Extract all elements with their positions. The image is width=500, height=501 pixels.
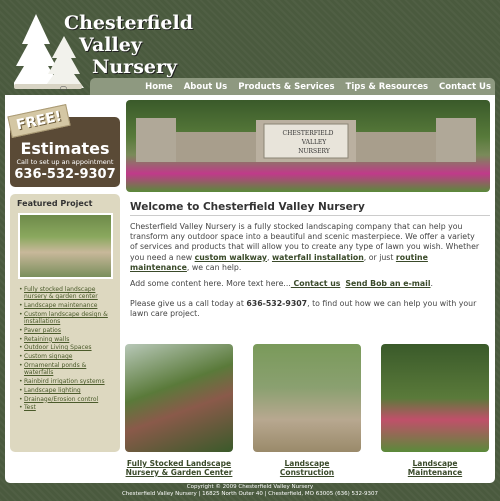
intro-end: , we can help. [186, 262, 242, 272]
services-list: Fully stocked landscape nursery & garden… [19, 286, 115, 412]
logo-line-1: Chesterfield [64, 12, 194, 34]
caption-line: Nursery & Garden Center [125, 468, 233, 477]
stone-sign-wall: CHESTERFIELD VALLEY NURSERY [136, 118, 476, 162]
logo-base [14, 84, 82, 89]
title-divider [130, 215, 490, 216]
service-link[interactable]: Landscape maintenance [19, 302, 115, 309]
site-header: Chesterfield Valley Nursery ⬭ [0, 0, 500, 93]
logo-line-3: Nursery [92, 56, 178, 78]
caption-line: Landscape [284, 459, 330, 468]
email-bob-link[interactable]: Send Bob an e-mail [345, 279, 430, 288]
nav-home[interactable]: Home [145, 82, 173, 92]
service-link[interactable]: Ornamental ponds & waterfalls [19, 362, 115, 376]
contact-text: Add some content here. More text here... [130, 279, 291, 288]
featured-heading: Featured Project [17, 199, 93, 208]
contact-end: . [430, 279, 433, 288]
service-link[interactable]: Landscape lighting [19, 387, 115, 394]
hero-image: CHESTERFIELD VALLEY NURSERY [126, 100, 490, 192]
nursery-thumbnail[interactable] [125, 344, 233, 452]
custom-walkway-link[interactable]: custom walkway [195, 253, 267, 262]
fish-icon: ⬭ [60, 84, 67, 93]
hero-sign-line-1: CHESTERFIELD [283, 130, 334, 137]
caption-line: Construction [279, 468, 335, 477]
site-footer: Copyright © 2009 Chesterfield Valley Nur… [0, 484, 500, 498]
service-link[interactable]: Paver patios [19, 327, 115, 334]
contact-us-link[interactable]: Contact us [291, 279, 341, 288]
page-title: Welcome to Chesterfield Valley Nursery [130, 201, 365, 213]
service-link[interactable]: Custom landscape design & installations [19, 311, 115, 325]
maintenance-caption-link[interactable]: Landscape Maintenance [381, 459, 489, 477]
nav-contact-us[interactable]: Contact Us [439, 82, 491, 92]
main-nav: Home About Us Products & Services Tips &… [90, 78, 495, 96]
service-link[interactable]: Retaining walls [19, 336, 115, 343]
nav-tips-resources[interactable]: Tips & Resources [346, 82, 429, 92]
intro-sep-2: , or just [363, 252, 396, 262]
nav-products-services[interactable]: Products & Services [238, 82, 334, 92]
service-link[interactable]: Fully stocked landscape nursery & garden… [19, 286, 115, 300]
caption-line: Landscape [412, 459, 458, 468]
service-link[interactable]: Outdoor Living Spaces [19, 344, 115, 351]
caption-line: Fully Stocked Landscape [126, 459, 232, 468]
call-phone: 636-532-9307 [246, 299, 308, 308]
estimates-title: Estimates [20, 139, 110, 158]
nav-about-us[interactable]: About Us [184, 82, 228, 92]
site-logo[interactable]: Chesterfield Valley Nursery [64, 12, 193, 78]
footer-address: Chesterfield Valley Nursery | 16825 Nort… [121, 491, 379, 497]
service-link[interactable]: Rainbird irrigation systems [19, 378, 115, 385]
service-link[interactable]: Custom signage [19, 353, 115, 360]
call-paragraph: Please give us a call today at 636-532-9… [130, 299, 482, 319]
hero-sign-line-2: VALLEY [301, 139, 328, 146]
maintenance-thumbnail[interactable] [381, 344, 489, 452]
featured-project-image[interactable] [18, 213, 113, 279]
nursery-caption-link[interactable]: Fully Stocked Landscape Nursery & Garden… [120, 459, 238, 477]
call-text: Please give us a call today at [130, 299, 247, 308]
estimates-text: Estimates Call to set up an appointment … [14, 140, 116, 184]
construction-thumbnail[interactable] [253, 344, 361, 452]
construction-caption-link[interactable]: Landscape Construction [253, 459, 361, 477]
logo-line-2: Valley [79, 34, 142, 56]
footer-copyright: Copyright © 2009 Chesterfield Valley Nur… [186, 484, 314, 490]
estimates-subtitle: Call to set up an appointment [16, 158, 114, 166]
intro-paragraph: Chesterfield Valley Nursery is a fully s… [130, 222, 482, 273]
estimates-phone[interactable]: 636-532-9307 [14, 166, 116, 184]
caption-line: Maintenance [407, 468, 463, 477]
hero-sign-line-3: NURSERY [298, 148, 331, 155]
waterfall-installation-link[interactable]: waterfall installation [272, 253, 364, 262]
contact-paragraph: Add some content here. More text here...… [130, 279, 482, 289]
service-link[interactable]: Drainage/Erosion control [19, 396, 115, 403]
service-link[interactable]: Test [19, 404, 115, 411]
featured-project-panel: Featured Project Fully stocked landscape… [10, 194, 120, 452]
